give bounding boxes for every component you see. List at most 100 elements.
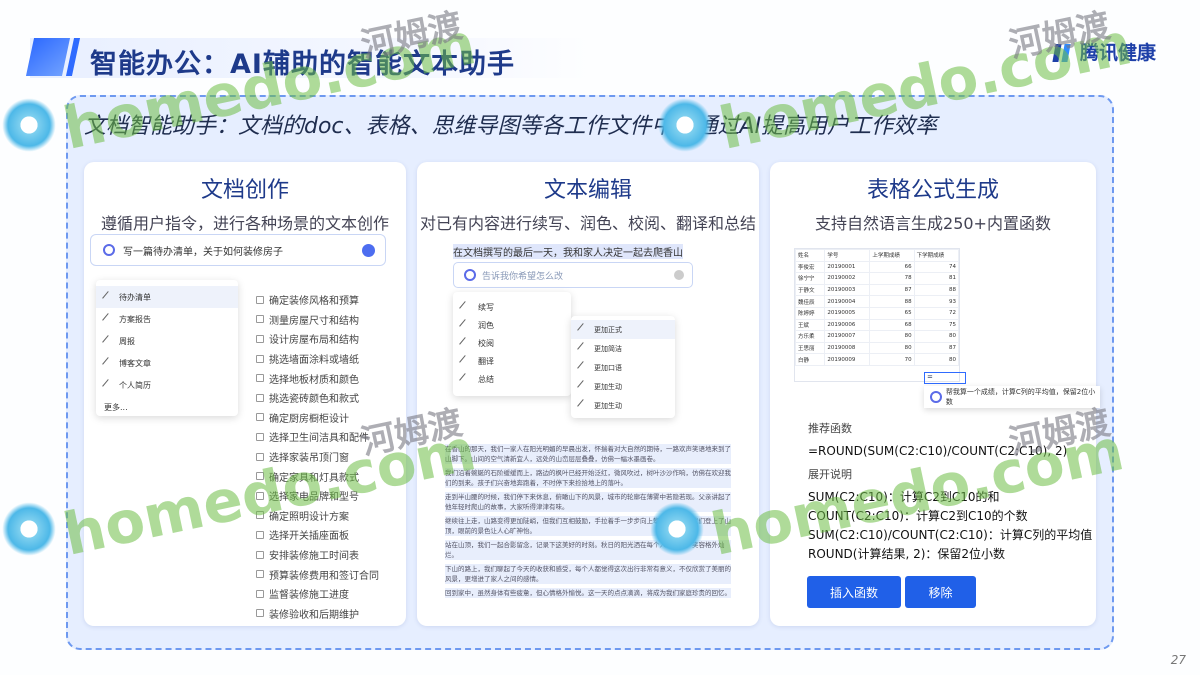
menu-item[interactable]: 待办清单 xyxy=(96,286,238,308)
checkbox[interactable] xyxy=(256,413,264,422)
menu-item[interactable]: 个人简历 xyxy=(102,374,230,396)
list-item[interactable]: 预算装修费用和签订合同 xyxy=(256,564,379,584)
wand-icon xyxy=(577,323,590,336)
card-formula-generation: 表格公式生成 支持自然语言生成250+内置函数 姓名 学号 上学期成绩 下学期成绩 李… xyxy=(770,162,1100,626)
card-subtitle: 遵循用户指令，进行各种场景的文本创作 xyxy=(100,214,389,233)
card-title: 文本编辑 xyxy=(543,178,632,203)
menu-item[interactable]: 方案报告 xyxy=(102,308,230,330)
insert-function-button[interactable]: 插入函数 xyxy=(807,576,901,608)
checkbox[interactable] xyxy=(256,570,264,579)
table-row[interactable]: 白静 20190009 70 80 xyxy=(794,353,960,366)
wand-icon xyxy=(577,361,590,374)
checkbox[interactable] xyxy=(256,550,264,559)
table-row[interactable]: 陈婷婷 20190005 65 72 xyxy=(794,306,960,320)
list-item[interactable]: 测量房屋尺寸和结构 xyxy=(256,310,379,330)
polish-submenu: 更加正式 更加简洁 更加口语 更加生动 更加生动 xyxy=(571,316,675,418)
section-subtitle: 文档智能助手：文档的doc、表格、思维导图等各工作文件中，通过AI提高用户工作效… xyxy=(84,114,938,139)
ai-icon xyxy=(930,391,942,403)
checkbox[interactable] xyxy=(256,452,264,461)
slide: 智能办公：AI辅助的智能文本助手 腾讯健康 文档智能助手：文档的doc、表格、思… xyxy=(0,0,1200,675)
list-item[interactable]: 选择家装吊顶门窗 xyxy=(256,447,379,467)
table-row[interactable]: 魏佳辰 20190004 88 93 xyxy=(794,295,960,308)
paragraph: 回到家中，虽然身体有些疲惫，但心情格外愉悦。这一天的点点滴滴，将成为我们家庭珍贵… xyxy=(445,588,731,598)
card-title: 文档创作 xyxy=(200,178,289,203)
recommend-label: 推荐函数 xyxy=(808,422,852,435)
wand-icon xyxy=(459,318,472,332)
list-item[interactable]: 挑选墙面涂料或墙纸 xyxy=(256,349,379,369)
checkbox[interactable] xyxy=(256,609,264,618)
paragraph: 下山的路上，我们聊起了今天的收获和感受，每个人都觉得这次出行非常有意义，不仅欣赏… xyxy=(445,564,731,584)
table-row[interactable]: 李俊宏 20190001 66 74 xyxy=(794,260,960,274)
paragraph: 我们沿着蜿蜒的石阶缓缓而上，路边的枫叶已经开始泛红，微风吹过，树叶沙沙作响，仿佛… xyxy=(445,468,731,488)
table-row[interactable]: 王思丽 20190008 80 87 xyxy=(794,341,960,355)
checkbox[interactable] xyxy=(256,334,264,343)
wand-icon xyxy=(459,300,472,314)
card-doc-creation: 文档创作 遵循用户指令，进行各种场景的文本创作 写一篇待办清单，关于如何装修房子… xyxy=(84,162,406,626)
checkbox[interactable] xyxy=(256,295,264,304)
list-item[interactable]: 安排装修施工时间表 xyxy=(256,545,379,565)
list-item[interactable]: 挑选瓷砖颜色和款式 xyxy=(256,388,379,408)
menu-item[interactable]: 翻译 xyxy=(459,352,563,370)
checkbox[interactable] xyxy=(256,374,264,383)
menu-item[interactable]: 润色 xyxy=(459,316,563,334)
list-item[interactable]: 确定装修风格和预算 xyxy=(256,290,379,310)
card-subtitle: 对已有内容进行续写、润色、校阅、翻译和总结 xyxy=(419,214,756,233)
wand-icon xyxy=(577,399,590,412)
edit-menu: 续写 润色 校阅 翻译 总结 xyxy=(453,292,571,396)
paragraph: 在香山的那天，我们一家人在阳光明媚的早晨出发，怀揣着对大自然的期待，一路欢声笑语… xyxy=(445,444,731,464)
submenu-item[interactable]: 更加生动 xyxy=(577,377,667,396)
active-cell[interactable]: = xyxy=(924,372,966,384)
menu-item-more[interactable]: 更多... xyxy=(104,396,230,418)
list-item[interactable]: 选择地板材质和颜色 xyxy=(256,368,379,388)
edit-prompt-input[interactable]: 告诉我你希望怎么改 xyxy=(453,262,693,288)
submenu-item[interactable]: 更加生动 xyxy=(577,396,667,415)
checkbox[interactable] xyxy=(256,315,264,324)
explanation-line: SUM(C2:C10)：计算C2到C10的和 xyxy=(808,490,1000,504)
checkbox[interactable] xyxy=(256,432,264,441)
watermark-flower-icon xyxy=(2,98,56,152)
send-icon[interactable] xyxy=(362,244,375,257)
wand-icon xyxy=(102,312,115,326)
table-row[interactable]: 王斌 20190006 68 75 xyxy=(794,318,960,332)
card-title: 表格公式生成 xyxy=(866,178,999,203)
clear-icon[interactable] xyxy=(674,270,684,280)
list-item[interactable]: 选择开关插座面板 xyxy=(256,525,379,545)
checkbox[interactable] xyxy=(256,589,264,598)
ai-icon xyxy=(103,244,115,256)
menu-item[interactable]: 校阅 xyxy=(459,334,563,352)
menu-item[interactable]: 续写 xyxy=(459,298,563,316)
list-item[interactable]: 装修验收和后期维护 xyxy=(256,604,379,624)
explanation-line: SUM(C2:C10)/COUNT(C2:C10)：计算C列的平均值 xyxy=(808,528,1093,542)
list-item[interactable]: 确定家具和灯具款式 xyxy=(256,466,379,486)
translate-icon xyxy=(459,354,472,368)
table-row[interactable]: 方乐柔 20190007 80 80 xyxy=(794,330,960,343)
menu-item[interactable]: 周报 xyxy=(102,330,230,352)
table-row[interactable]: 于静文 20190003 87 88 xyxy=(794,283,960,297)
checkbox[interactable] xyxy=(256,354,264,363)
checkbox[interactable] xyxy=(256,472,264,481)
wand-icon xyxy=(102,378,115,392)
remove-button[interactable]: 移除 xyxy=(905,576,976,608)
checkbox[interactable] xyxy=(256,530,264,539)
checkbox[interactable] xyxy=(256,393,264,402)
list-item[interactable]: 选择家电品牌和型号 xyxy=(256,486,379,506)
list-item[interactable]: 监督装修施工进度 xyxy=(256,584,379,604)
checkbox[interactable] xyxy=(256,511,264,520)
page-number: 27 xyxy=(1170,653,1186,667)
todo-checklist: 确定装修风格和预算 测量房屋尺寸和结构 设计房屋布局和结构 挑选墙面涂料或墙纸 … xyxy=(256,290,379,623)
table-row[interactable]: 徐宁宁 20190002 78 81 xyxy=(794,272,960,285)
ai-icon xyxy=(464,269,476,281)
menu-item[interactable]: 博客文章 xyxy=(102,352,230,374)
checkbox[interactable] xyxy=(256,491,264,500)
submenu-item[interactable]: 更加正式 xyxy=(571,320,675,339)
list-item[interactable]: 设计房屋布局和结构 xyxy=(256,329,379,349)
menu-item[interactable]: 总结 xyxy=(459,370,563,388)
submenu-item[interactable]: 更加口语 xyxy=(577,358,667,377)
prompt-input[interactable]: 写一篇待办清单，关于如何装修房子 xyxy=(90,234,386,266)
spreadsheet[interactable]: 姓名 学号 上学期成绩 下学期成绩 李俊宏 20190001 66 74 徐宁宁 201900… xyxy=(794,248,960,382)
explanation-line: ROUND(计算结果, 2)：保留2位小数 xyxy=(808,547,1006,561)
wand-icon xyxy=(459,336,472,350)
list-item[interactable]: 确定照明设计方案 xyxy=(256,506,379,526)
wand-icon xyxy=(102,356,115,370)
submenu-item[interactable]: 更加简洁 xyxy=(577,339,667,358)
